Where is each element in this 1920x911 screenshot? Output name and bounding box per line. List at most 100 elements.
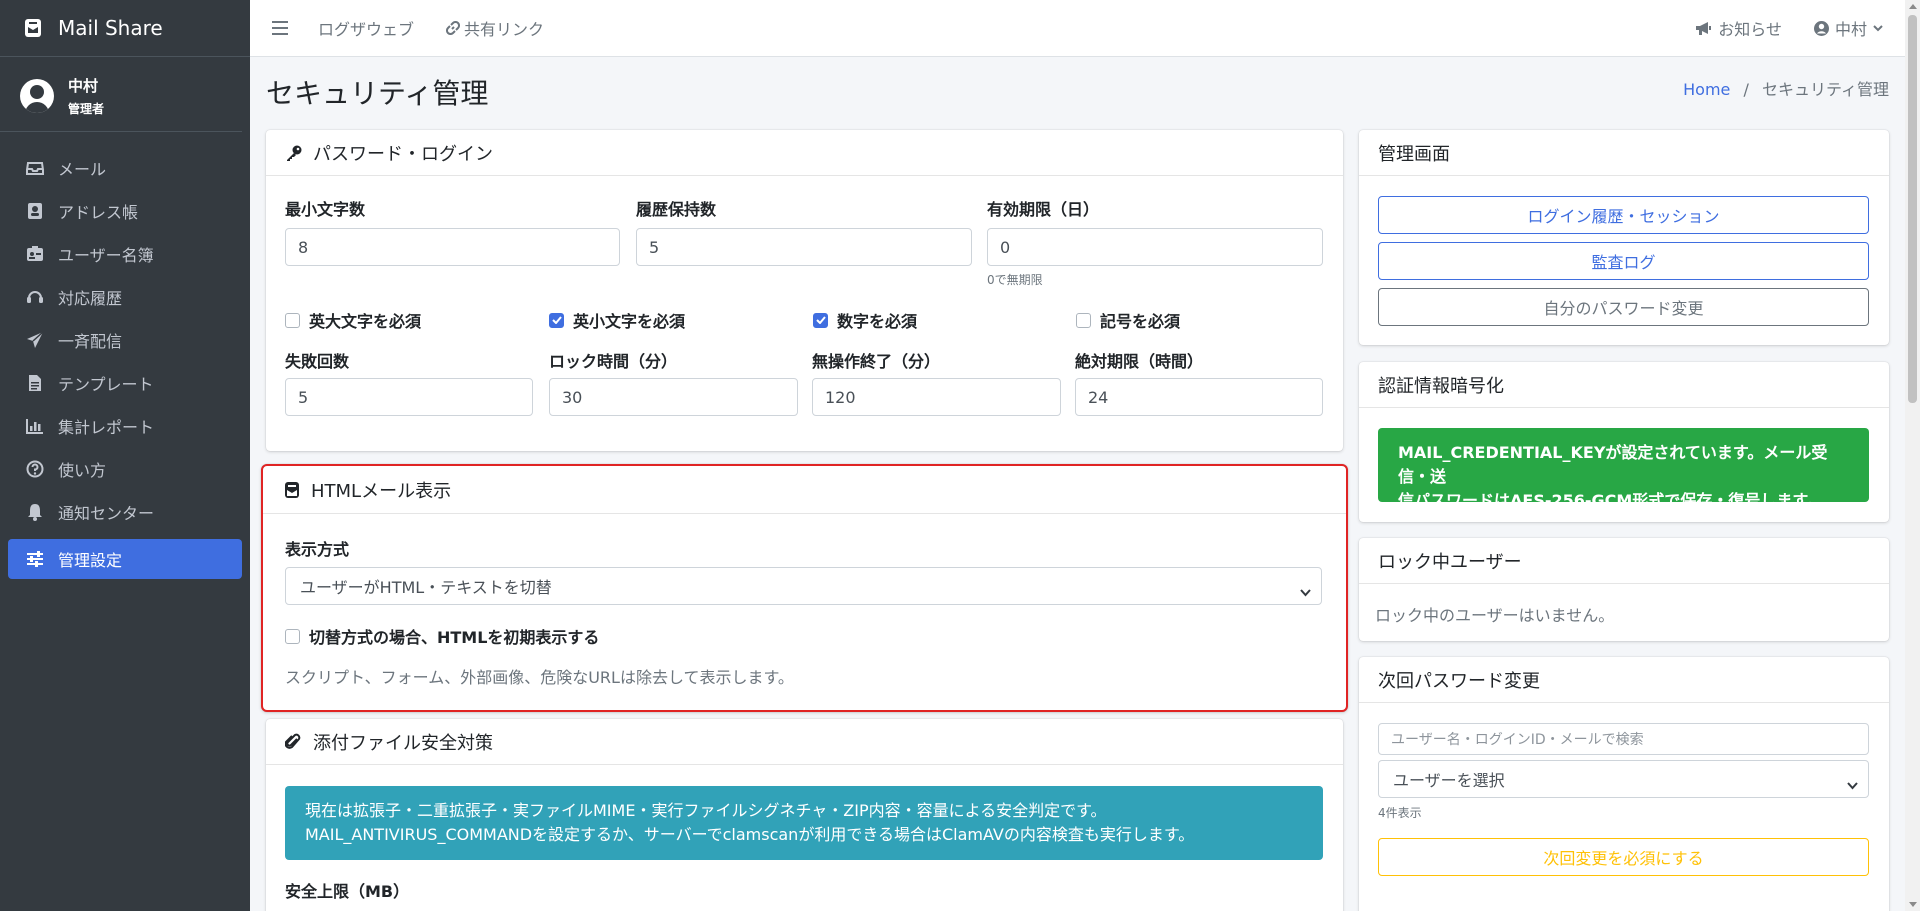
sidebar-item-label: 一斉配信 <box>58 331 123 351</box>
brand-link[interactable]: Mail Share <box>0 0 250 57</box>
page-scrollbar[interactable] <box>1905 0 1920 911</box>
paper-plane-icon <box>26 330 44 349</box>
checkbox-box <box>285 312 300 328</box>
card-title: 認証情報暗号化 <box>1378 375 1504 397</box>
sidebar-nav: メール アドレス帳 ユーザー名簿 対応履歴 一斉配信 テンプレート 集計レポート <box>0 132 250 579</box>
sidebar-item-address-book[interactable]: アドレス帳 <box>8 189 242 232</box>
link-icon <box>446 21 461 35</box>
sidebar-item-label: 集計レポート <box>58 417 155 437</box>
card-title: 次回パスワード変更 <box>1378 670 1540 692</box>
display-mode-select[interactable]: ユーザーがHTML・テキストを切替 <box>285 567 1322 605</box>
sidebar-item-user-list[interactable]: ユーザー名簿 <box>8 232 242 275</box>
nav-link-shared[interactable]: 共有リンク <box>446 16 544 40</box>
checkbox-label: 英小文字を必須 <box>573 312 686 331</box>
card-header: 添付ファイル安全対策 <box>266 719 1343 765</box>
avatar-icon <box>20 79 54 113</box>
sidebar-item-help[interactable]: 使い方 <box>8 447 242 490</box>
chart-bar-icon <box>26 417 44 435</box>
sidebar-item-label: 使い方 <box>58 460 107 480</box>
notice-link[interactable]: お知らせ <box>1695 16 1782 40</box>
user-menu[interactable]: 中村 <box>1813 16 1883 40</box>
sidebar-item-label: アドレス帳 <box>58 202 139 222</box>
locked-users-card: ロック中ユーザー ロック中のユーザーはいません。 <box>1359 538 1889 641</box>
history-label: 履歴保持数 <box>636 200 717 219</box>
chevron-down-icon <box>1300 582 1311 601</box>
require-digit-checkbox[interactable]: 数字を必須 <box>813 308 917 332</box>
require-uppercase-checkbox[interactable]: 英大文字を必須 <box>285 308 421 332</box>
sidebar-item-notifications[interactable]: 通知センター <box>8 490 242 533</box>
min-length-input[interactable]: 8 <box>285 228 620 266</box>
app-title: Mail Share <box>58 16 163 40</box>
sidebar: Mail Share 中村 管理者 メール アドレス帳 ユーザー名簿 対応履歴 … <box>0 0 250 911</box>
attachment-safety-card: 添付ファイル安全対策 現在は拡張子・二重拡張子・実ファイルMIME・実行ファイル… <box>266 719 1343 911</box>
credential-key-line2: 信パスワードはAES-256-GCM形式で保存・復号します。 <box>1398 491 1823 510</box>
expiry-help: 0で無期限 <box>987 273 1043 287</box>
html-mail-display-card: HTMLメール表示 表示方式 ユーザーがHTML・テキストを切替 切替方式の場合… <box>261 464 1348 712</box>
breadcrumb: Home / セキュリティ管理 <box>1683 76 1889 100</box>
expiry-label: 有効期限（日） <box>987 200 1100 219</box>
credential-key-line1: MAIL_CREDENTIAL_KEYが設定されています。メール受信・送 <box>1398 443 1828 486</box>
card-header: 次回パスワード変更 <box>1359 657 1889 703</box>
attachment-info-line1: 現在は拡張子・二重拡張子・実ファイルMIME・実行ファイルシグネチャ・ZIP内容… <box>305 801 1107 820</box>
sliders-icon <box>26 550 44 568</box>
safe-limit-label: 安全上限（MB） <box>285 882 410 901</box>
absolute-limit-label: 絶対期限（時間） <box>1075 352 1204 371</box>
card-header: パスワード・ログイン <box>266 130 1343 176</box>
sanitize-note: スクリプト、フォーム、外部画像、危険なURLは除去して表示します。 <box>285 668 794 687</box>
sidebar-item-reports[interactable]: 集計レポート <box>8 404 242 447</box>
id-badge-icon <box>26 245 44 263</box>
breadcrumb-separator: / <box>1743 80 1749 99</box>
idle-timeout-label: 無操作終了（分） <box>812 352 941 371</box>
sidebar-item-label: 通知センター <box>58 503 155 523</box>
login-history-button[interactable]: ログイン履歴・セッション <box>1378 196 1869 234</box>
user-select[interactable]: ユーザーを選択 <box>1378 760 1869 798</box>
initial-html-checkbox[interactable]: 切替方式の場合、HTMLを初期表示する <box>285 624 599 648</box>
card-title: パスワード・ログイン <box>313 143 493 165</box>
check-icon <box>813 312 828 328</box>
audit-log-button[interactable]: 監査ログ <box>1378 242 1869 280</box>
check-icon <box>549 312 564 328</box>
sidebar-item-label: メール <box>58 159 107 179</box>
nav-link-logweb[interactable]: ログザウェブ <box>318 16 414 40</box>
lock-time-input[interactable]: 30 <box>549 378 798 416</box>
key-icon <box>285 144 303 162</box>
sidebar-item-mail[interactable]: メール <box>8 146 242 189</box>
card-header: ロック中ユーザー <box>1359 538 1889 584</box>
require-next-change-button[interactable]: 次回変更を必須にする <box>1378 838 1869 876</box>
next-password-change-card: 次回パスワード変更 ユーザー名・ログインID・メールで検索 ユーザーを選択 4件… <box>1359 657 1889 911</box>
sidebar-item-admin-settings[interactable]: 管理設定 <box>8 539 242 579</box>
fail-count-input[interactable]: 5 <box>285 378 533 416</box>
display-mode-value: ユーザーがHTML・テキストを切替 <box>300 578 552 597</box>
sidebar-item-broadcast[interactable]: 一斉配信 <box>8 318 242 361</box>
checkbox-label: 記号を必須 <box>1100 312 1181 331</box>
card-title: ロック中ユーザー <box>1378 551 1522 573</box>
change-own-password-button[interactable]: 自分のパスワード変更 <box>1378 288 1869 326</box>
question-circle-icon <box>26 460 44 478</box>
card-title: 添付ファイル安全対策 <box>313 732 493 754</box>
chevron-down-icon <box>1873 24 1883 32</box>
notice-label: お知らせ <box>1718 20 1782 39</box>
user-panel[interactable]: 中村 管理者 <box>0 57 242 132</box>
card-title: HTMLメール表示 <box>311 480 452 502</box>
checkbox-label: 英大文字を必須 <box>309 312 422 331</box>
require-symbol-checkbox[interactable]: 記号を必須 <box>1076 308 1180 332</box>
require-lowercase-checkbox[interactable]: 英小文字を必須 <box>549 308 685 332</box>
fail-count-label: 失敗回数 <box>285 352 350 371</box>
checkbox-box <box>1076 312 1091 328</box>
card-header: 認証情報暗号化 <box>1359 362 1889 408</box>
password-login-card: パスワード・ログイン 最小文字数 8 履歴保持数 5 有効期限（日） 0 0で無… <box>266 130 1343 451</box>
absolute-limit-input[interactable]: 24 <box>1075 378 1323 416</box>
menu-toggle-icon[interactable] <box>272 21 288 35</box>
card-header: 管理画面 <box>1359 130 1889 176</box>
history-input[interactable]: 5 <box>636 228 972 266</box>
sidebar-item-history[interactable]: 対応履歴 <box>8 275 242 318</box>
user-search-input[interactable]: ユーザー名・ログインID・メールで検索 <box>1378 723 1869 755</box>
sidebar-item-templates[interactable]: テンプレート <box>8 361 242 404</box>
user-select-value: ユーザーを選択 <box>1393 771 1505 790</box>
expiry-input[interactable]: 0 <box>987 228 1323 266</box>
sidebar-item-label: ユーザー名簿 <box>58 245 154 265</box>
breadcrumb-home[interactable]: Home <box>1683 80 1730 99</box>
idle-timeout-input[interactable]: 120 <box>812 378 1061 416</box>
sidebar-item-label: 対応履歴 <box>58 288 123 308</box>
user-name: 中村 <box>68 77 99 95</box>
